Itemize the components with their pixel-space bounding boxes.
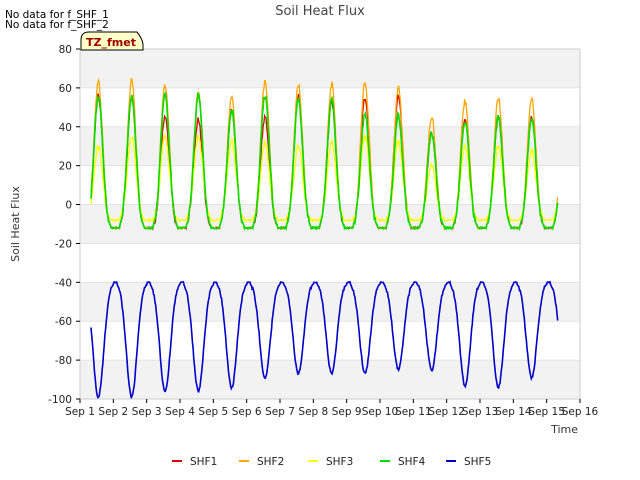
y-tick-label: 20 <box>59 161 72 173</box>
y-tick-label: -100 <box>48 394 72 406</box>
y-tick-label: -40 <box>55 277 72 289</box>
x-tick-label: Sep 12 <box>428 406 465 418</box>
x-tick-label: Sep 6 <box>232 406 262 418</box>
x-tick-label: Sep 7 <box>265 406 295 418</box>
x-tick-label: Sep 9 <box>332 406 362 418</box>
y-axis-ticks: -100 -80 -60 -40 -20 0 20 40 60 80 <box>48 44 80 406</box>
x-tick-label: Sep 16 <box>562 406 599 418</box>
x-tick-label: Sep 1 <box>65 406 95 418</box>
x-tick-label: Sep 5 <box>198 406 228 418</box>
legend-label-shf1: SHF1 <box>190 456 217 468</box>
y-tick-label: 80 <box>59 44 72 56</box>
grid-band <box>80 49 580 88</box>
legend-label-shf5: SHF5 <box>464 456 491 468</box>
no-data-note-2: No data for f_SHF_2 <box>5 19 109 31</box>
x-tick-label: Sep 11 <box>395 406 432 418</box>
y-axis-label: Soil Heat Flux <box>9 186 22 262</box>
tz-badge-label: TZ_fmet <box>86 36 136 49</box>
legend-label-shf4: SHF4 <box>398 456 426 468</box>
x-tick-label: Sep 13 <box>462 406 499 418</box>
x-tick-label: Sep 14 <box>495 406 532 418</box>
x-tick-label: Sep 2 <box>98 406 128 418</box>
chart-title: Soil Heat Flux <box>275 4 365 19</box>
tz-badge: TZ_fmet <box>80 31 144 51</box>
y-tick-label: -60 <box>55 316 72 328</box>
x-tick-label: Sep 3 <box>132 406 162 418</box>
legend-label-shf2: SHF2 <box>257 456 284 468</box>
y-tick-label: 60 <box>59 83 72 95</box>
x-axis-label: Time <box>550 423 578 436</box>
y-tick-label: 40 <box>59 122 72 134</box>
x-tick-label: Sep 15 <box>528 406 565 418</box>
x-tick-label: Sep 4 <box>165 406 195 418</box>
x-tick-label: Sep 10 <box>362 406 399 418</box>
legend-label-shf3: SHF3 <box>326 456 353 468</box>
y-tick-label: 0 <box>65 200 72 212</box>
x-axis-ticks: Sep 1 Sep 2 Sep 3 Sep 4 Sep 5 Sep 6 Sep 7 Sep 8… <box>65 399 599 418</box>
y-tick-label: -80 <box>55 355 72 367</box>
legend: SHF1 SHF2 SHF3 SHF4 SHF5 <box>172 456 491 468</box>
x-tick-label: Sep 8 <box>298 406 328 418</box>
y-tick-label: -20 <box>55 238 72 250</box>
soil-heat-flux-chart: No data for f_SHF_1 No data for f_SHF_2 … <box>5 4 599 468</box>
